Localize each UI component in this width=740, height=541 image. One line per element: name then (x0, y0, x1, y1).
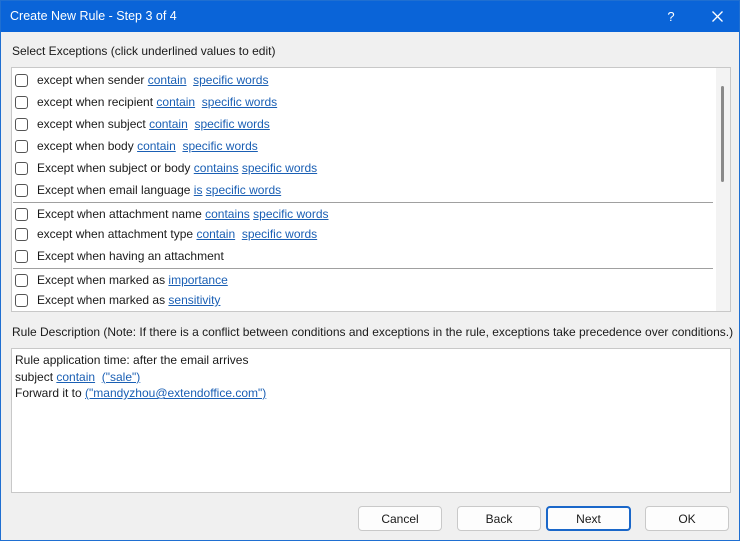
operator-link[interactable]: is (194, 183, 203, 197)
value-link[interactable]: specific words (202, 95, 277, 109)
checkbox[interactable] (15, 293, 28, 307)
operator-link[interactable]: contain (156, 95, 195, 109)
exception-text: except when recipient (37, 95, 157, 109)
checkbox[interactable] (15, 183, 28, 197)
exception-row-attachment-name[interactable]: Except when attachment name contains spe… (12, 203, 714, 225)
value-link[interactable]: specific words (253, 207, 328, 221)
value-link[interactable]: specific words (182, 139, 257, 153)
exception-row-sensitivity[interactable]: Except when marked as sensitivity (12, 289, 714, 311)
description-line-subject: subject contain ("sale") (15, 369, 727, 386)
operator-link[interactable]: contain (148, 73, 187, 87)
checkbox[interactable] (15, 161, 28, 175)
exception-row-sender[interactable]: except when sender contain specific word… (12, 69, 714, 91)
checkbox[interactable] (15, 95, 28, 109)
description-text: subject (15, 369, 57, 384)
exception-text: Except when marked as (37, 273, 169, 287)
description-line-forward: Forward it to ("mandyzhou@extendoffice.c… (15, 385, 727, 402)
value-link[interactable]: specific words (194, 117, 269, 131)
rule-description-label: Rule Description (Note: If there is a co… (12, 325, 734, 339)
title-bar: Create New Rule - Step 3 of 4 ? (1, 1, 739, 32)
description-line-time: Rule application time: after the email a… (15, 353, 249, 367)
value-link[interactable]: specific words (193, 73, 268, 87)
checkbox[interactable] (15, 249, 28, 263)
subject-operator-link[interactable]: contain (56, 370, 95, 384)
exceptions-label: Select Exceptions (click underlined valu… (12, 44, 276, 58)
create-new-rule-dialog: Create New Rule - Step 3 of 4 ? Select E… (0, 0, 740, 541)
exception-text: except when body (37, 139, 138, 153)
rule-description-box: Rule application time: after the email a… (11, 348, 731, 493)
close-button[interactable] (697, 1, 737, 32)
exception-text: Except when email language (37, 183, 194, 197)
checkbox[interactable] (15, 73, 28, 87)
checkbox[interactable] (15, 139, 28, 153)
importance-link[interactable]: importance (168, 273, 227, 287)
sensitivity-link[interactable]: sensitivity (168, 293, 220, 307)
scrollbar-thumb[interactable] (721, 86, 724, 182)
spacer-text (186, 73, 193, 87)
window-title: Create New Rule - Step 3 of 4 (10, 9, 177, 23)
operator-link[interactable]: contains (194, 161, 239, 175)
spacer-text (195, 95, 202, 109)
exception-row-subject[interactable]: except when subject contain specific wor… (12, 113, 714, 135)
help-icon: ? (667, 9, 675, 24)
exception-text: except when attachment type (37, 227, 197, 241)
operator-link[interactable]: contain (196, 227, 235, 241)
checkbox[interactable] (15, 207, 28, 221)
spacer-text (95, 370, 102, 384)
exception-text: Except when subject or body (37, 161, 194, 175)
description-text: Forward it to (15, 386, 86, 400)
exception-row-importance[interactable]: Except when marked as importance (12, 269, 714, 291)
next-button[interactable]: Next (546, 506, 631, 531)
value-link[interactable]: specific words (242, 227, 317, 241)
checkbox[interactable] (15, 117, 28, 131)
subject-value-link[interactable]: ("sale") (102, 370, 141, 384)
value-link[interactable]: specific words (242, 161, 317, 175)
exception-text: Except when attachment name (37, 207, 206, 221)
back-button[interactable]: Back (457, 506, 541, 531)
exception-row-recipient[interactable]: except when recipient contain specific w… (12, 91, 714, 113)
vertical-scrollbar[interactable] (716, 68, 730, 311)
exception-text: except when subject (37, 117, 150, 131)
exception-text: Except when having an attachment (37, 249, 224, 263)
exception-text: Except when marked as (37, 293, 169, 307)
exception-row-body[interactable]: except when body contain specific words (12, 135, 714, 157)
exception-row-email-language[interactable]: Except when email language is specific w… (12, 179, 714, 201)
spacer-text (188, 117, 195, 131)
operator-link[interactable]: contain (149, 117, 188, 131)
operator-link[interactable]: contain (137, 139, 176, 153)
spacer-text (176, 139, 183, 153)
operator-link[interactable]: contains (205, 207, 250, 221)
forward-address-link[interactable]: ("mandyzhou@extendoffice.com") (85, 386, 266, 400)
checkbox[interactable] (15, 273, 28, 287)
exception-row-having-attachment[interactable]: Except when having an attachment (12, 245, 714, 267)
help-button[interactable]: ? (651, 1, 691, 32)
cancel-button[interactable]: Cancel (358, 506, 442, 531)
spacer-text (235, 227, 242, 241)
close-icon (711, 11, 723, 22)
checkbox[interactable] (15, 227, 28, 241)
exception-row-subject-or-body[interactable]: Except when subject or body contains spe… (12, 157, 714, 179)
ok-button[interactable]: OK (645, 506, 729, 531)
exception-text: except when sender (37, 73, 148, 87)
exceptions-list[interactable]: except when sender contain specific word… (11, 67, 731, 312)
exception-row-attachment-type[interactable]: except when attachment type contain spec… (12, 223, 714, 245)
value-link[interactable]: specific words (206, 183, 281, 197)
